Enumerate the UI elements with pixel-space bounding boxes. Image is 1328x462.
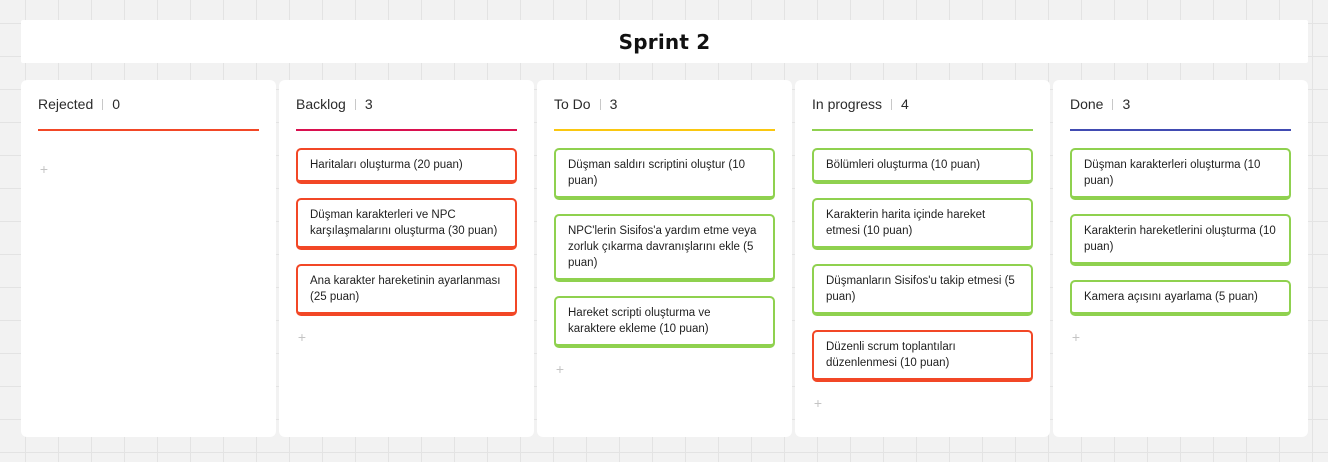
column-count: 4 xyxy=(901,96,909,112)
column-rejected: Rejected 0 + xyxy=(21,80,276,437)
task-card[interactable]: Düşmanların Sisifos'u takip etmesi (5 pu… xyxy=(812,264,1033,316)
column-header[interactable]: To Do 3 xyxy=(554,96,775,112)
task-card[interactable]: Bölümleri oluşturma (10 puan) xyxy=(812,148,1033,184)
task-card[interactable]: NPC'lerin Sisifos'a yardım etme veya zor… xyxy=(554,214,775,282)
column-count: 3 xyxy=(364,96,373,112)
add-card-button[interactable]: + xyxy=(553,362,567,376)
card-list: Bölümleri oluşturma (10 puan) Karakterin… xyxy=(812,148,1033,410)
column-to-do: To Do 3 Düşman saldırı scriptini oluştur… xyxy=(537,80,792,437)
column-title: Done xyxy=(1070,96,1104,112)
column-title: To Do xyxy=(554,96,591,112)
column-divider xyxy=(599,98,601,110)
task-card[interactable]: Düzenli scrum toplantıları düzenlenmesi … xyxy=(812,330,1033,382)
column-header[interactable]: Rejected 0 xyxy=(38,96,259,112)
add-card-button[interactable]: + xyxy=(37,162,51,176)
column-rule xyxy=(1070,129,1291,131)
card-list: + xyxy=(38,156,259,176)
column-header[interactable]: Done 3 xyxy=(1070,96,1291,112)
column-backlog: Backlog 3 Haritaları oluşturma (20 puan)… xyxy=(279,80,534,437)
column-rule xyxy=(38,129,259,131)
task-card[interactable]: Kamera açısını ayarlama (5 puan) xyxy=(1070,280,1291,316)
card-list: Düşman saldırı scriptini oluştur (10 pua… xyxy=(554,148,775,376)
column-rule xyxy=(554,129,775,131)
task-card[interactable]: Haritaları oluşturma (20 puan) xyxy=(296,148,517,184)
add-card-button[interactable]: + xyxy=(295,330,309,344)
column-count: 3 xyxy=(1122,96,1131,112)
column-title: Backlog xyxy=(296,96,346,112)
column-divider xyxy=(354,98,356,110)
add-card-button[interactable]: + xyxy=(1069,330,1083,344)
task-card[interactable]: Ana karakter hareketinin ayarlanması (25… xyxy=(296,264,517,316)
task-card[interactable]: Düşman karakterleri oluşturma (10 puan) xyxy=(1070,148,1291,200)
column-count: 3 xyxy=(609,96,618,112)
board-title[interactable]: Sprint 2 xyxy=(21,20,1308,63)
column-header[interactable]: In progress 4 xyxy=(812,96,1033,112)
column-divider xyxy=(102,98,104,110)
column-title: Rejected xyxy=(38,96,94,112)
task-card[interactable]: Düşman karakterleri ve NPC karşılaşmalar… xyxy=(296,198,517,250)
add-card-button[interactable]: + xyxy=(811,396,825,410)
column-rule xyxy=(296,129,517,131)
column-in-progress: In progress 4 Bölümleri oluşturma (10 pu… xyxy=(795,80,1050,437)
card-list: Düşman karakterleri oluşturma (10 puan) … xyxy=(1070,148,1291,344)
task-card[interactable]: Hareket scripti oluşturma ve karaktere e… xyxy=(554,296,775,348)
column-header[interactable]: Backlog 3 xyxy=(296,96,517,112)
column-count: 0 xyxy=(112,96,121,112)
column-divider xyxy=(891,98,893,110)
task-card[interactable]: Karakterin hareketlerini oluşturma (10 p… xyxy=(1070,214,1291,266)
task-card[interactable]: Düşman saldırı scriptini oluştur (10 pua… xyxy=(554,148,775,200)
column-rule xyxy=(812,129,1033,131)
card-list: Haritaları oluşturma (20 puan) Düşman ka… xyxy=(296,148,517,344)
column-divider xyxy=(1112,98,1114,110)
task-card[interactable]: Karakterin harita içinde hareket etmesi … xyxy=(812,198,1033,250)
column-done: Done 3 Düşman karakterleri oluşturma (10… xyxy=(1053,80,1308,437)
column-title: In progress xyxy=(812,96,883,112)
